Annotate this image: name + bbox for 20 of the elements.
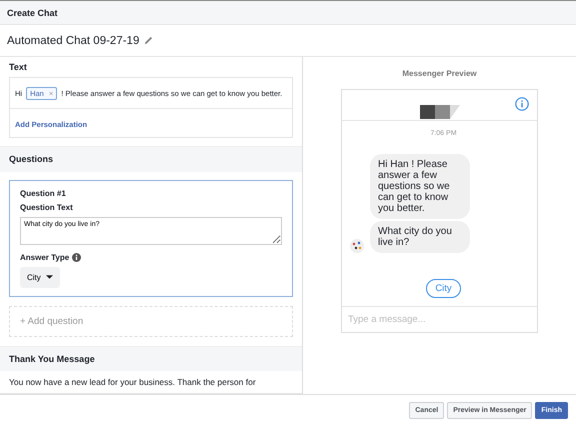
answer-type-dropdown[interactable]: City — [20, 266, 60, 288]
message-bubble: What city do you live in? — [370, 221, 470, 253]
preview-heading: Messenger Preview — [402, 69, 477, 78]
add-question-button[interactable]: + Add question — [9, 306, 293, 336]
field-label: Answer Type — [20, 252, 70, 262]
section-heading: Text — [9, 62, 28, 72]
caret-icon — [46, 275, 53, 279]
question-title: Question #1 — [20, 188, 67, 198]
chat-name: Automated Chat 09-27-19 — [7, 34, 140, 46]
pencil-icon[interactable] — [144, 36, 154, 45]
section-heading: Questions — [9, 154, 54, 164]
quick-reply-button[interactable]: City — [426, 279, 461, 298]
info-icon[interactable] — [515, 97, 529, 111]
section-heading: Thank You Message — [9, 354, 95, 364]
thank-you-text: You now have a new lead for your business. Thank the person for — [9, 377, 256, 387]
info-icon[interactable] — [72, 252, 82, 262]
message-bubble: Hi Han ! Please answer a few questions so we can get to know you better. — [370, 154, 470, 219]
dialog-title: Create Chat — [7, 8, 58, 18]
avatar-icon — [350, 239, 364, 253]
field-label: Question Text — [20, 202, 74, 212]
